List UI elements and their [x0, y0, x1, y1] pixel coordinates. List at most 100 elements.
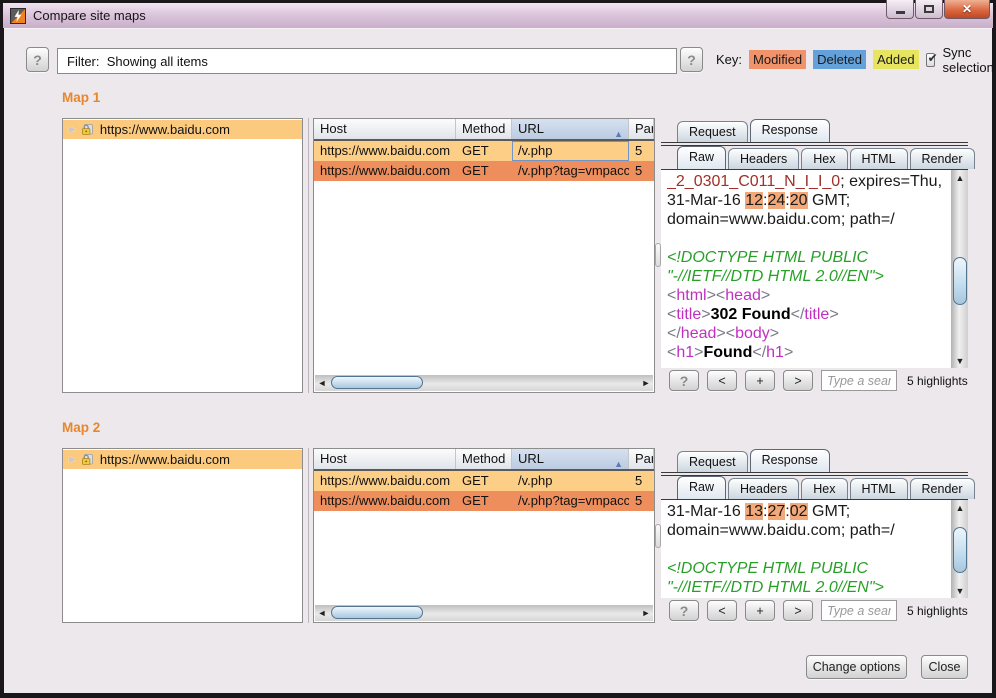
map2-message-viewer: Request Response Raw Headers Hex HTML Re… [661, 448, 968, 623]
search-help-button[interactable]: ? [669, 600, 699, 621]
help-button-key[interactable]: ? [680, 47, 703, 72]
scroll-right-icon[interactable]: ► [639, 375, 653, 391]
table-header: Host Method URL▲ Params [314, 449, 654, 471]
sort-asc-icon: ▲ [614, 454, 623, 469]
column-header-host[interactable]: Host [314, 449, 456, 469]
format-tabs: Raw Headers Hex HTML Render [661, 146, 968, 170]
highlight-count: 5 highlights [907, 604, 968, 618]
scroll-down-icon[interactable]: ▼ [952, 583, 968, 598]
scroll-up-icon[interactable]: ▲ [952, 500, 968, 515]
close-window-button[interactable]: ✕ [944, 0, 990, 19]
sync-label: Sync selection [942, 45, 996, 75]
tab-request[interactable]: Request [677, 451, 748, 472]
vertical-scrollbar[interactable]: ▲ ▼ [951, 500, 968, 598]
column-header-method[interactable]: Method [456, 119, 512, 139]
tab-hex[interactable]: Hex [801, 148, 847, 169]
highlight-count: 5 highlights [907, 374, 968, 388]
scrollbar-thumb[interactable] [953, 257, 967, 305]
next-highlight-button[interactable]: > [783, 370, 813, 391]
key-badge-deleted: Deleted [813, 50, 866, 69]
title-bar[interactable]: Compare site maps [3, 3, 993, 28]
expand-arrow-icon[interactable]: ▶ [69, 454, 76, 465]
tab-hex[interactable]: Hex [801, 478, 847, 499]
response-text-area[interactable]: _2_0301_C011_N_I_I_0; expires=Thu,31-Mar… [661, 170, 968, 368]
filter-bar[interactable]: Filter: Showing all items [57, 48, 677, 74]
add-highlight-button[interactable]: + [745, 370, 775, 391]
cell-extra[interactable]: 5 [629, 161, 654, 181]
cell-extra[interactable]: 5 [629, 491, 654, 511]
cell-method[interactable]: GET [456, 471, 512, 491]
tab-html[interactable]: HTML [850, 478, 908, 499]
response-text: _2_0301_C011_N_I_I_0; expires=Thu,31-Mar… [667, 172, 949, 368]
scroll-left-icon[interactable]: ◄ [315, 605, 329, 621]
tab-headers[interactable]: Headers [728, 478, 799, 499]
search-controls: ? < + > 5 highlights [669, 368, 968, 393]
scroll-down-icon[interactable]: ▼ [952, 353, 968, 368]
search-input[interactable] [821, 370, 897, 391]
tab-html[interactable]: HTML [850, 148, 908, 169]
horizontal-scrollbar[interactable]: ◄ ► [315, 375, 653, 391]
horizontal-scrollbar[interactable]: ◄ ► [315, 605, 653, 621]
cell-url[interactable]: /v.php [512, 471, 629, 491]
cell-method[interactable]: GET [456, 141, 512, 161]
scroll-up-icon[interactable]: ▲ [952, 170, 968, 185]
tab-render[interactable]: Render [910, 148, 975, 169]
cell-extra[interactable]: 5 [629, 471, 654, 491]
map1-tree-item[interactable]: ▶ https://www.baidu.com [63, 120, 302, 139]
vertical-scrollbar[interactable]: ▲ ▼ [951, 170, 968, 368]
cell-method[interactable]: GET [456, 491, 512, 511]
change-options-button[interactable]: Change options [806, 655, 907, 679]
cell-extra[interactable]: 5 [629, 141, 654, 161]
search-help-button[interactable]: ? [669, 370, 699, 391]
minimize-button[interactable] [886, 0, 914, 19]
map1-label: Map 1 [62, 90, 100, 105]
tab-headers[interactable]: Headers [728, 148, 799, 169]
table-row[interactable]: https://www.baidu.com GET /v.php?tag=vmp… [314, 491, 654, 511]
cell-url-focused[interactable]: /v.php [512, 141, 629, 161]
tab-raw[interactable]: Raw [677, 476, 726, 499]
tab-response[interactable]: Response [750, 449, 830, 472]
tab-raw[interactable]: Raw [677, 146, 726, 169]
tree-table-divider[interactable] [308, 448, 309, 623]
expand-arrow-icon[interactable]: ▶ [69, 124, 76, 135]
add-highlight-button[interactable]: + [745, 600, 775, 621]
table-row[interactable]: https://www.baidu.com GET /v.php?tag=vmp… [314, 161, 654, 181]
help-button-filter[interactable]: ? [26, 47, 49, 72]
maximize-button[interactable] [915, 0, 943, 19]
column-header-params[interactable]: Params [629, 449, 654, 469]
key-legend: Key: Modified Deleted Added Sync selecti… [716, 47, 996, 72]
scroll-left-icon[interactable]: ◄ [315, 375, 329, 391]
tab-request[interactable]: Request [677, 121, 748, 142]
cell-host[interactable]: https://www.baidu.com [314, 491, 456, 511]
close-button[interactable]: Close [921, 655, 968, 679]
map2-tree-item[interactable]: ▶ https://www.baidu.com [63, 450, 302, 469]
scrollbar-thumb[interactable] [953, 527, 967, 572]
scroll-right-icon[interactable]: ► [639, 605, 653, 621]
map2-site-tree: ▶ https://www.baidu.com [62, 448, 303, 623]
column-header-url[interactable]: URL▲ [512, 119, 629, 139]
cell-url[interactable]: /v.php?tag=vmpaccess&... [512, 161, 629, 181]
cell-url[interactable]: /v.php?tag=vmpaccess&... [512, 491, 629, 511]
column-header-host[interactable]: Host [314, 119, 456, 139]
column-header-params[interactable]: Params [629, 119, 654, 139]
tree-table-divider[interactable] [308, 118, 309, 393]
table-row[interactable]: https://www.baidu.com GET /v.php 5 [314, 141, 654, 161]
map1-message-viewer: Request Response Raw Headers Hex HTML Re… [661, 118, 968, 393]
prev-highlight-button[interactable]: < [707, 600, 737, 621]
cell-method[interactable]: GET [456, 161, 512, 181]
response-text-area[interactable]: 31-Mar-16 13:27:02 GMT;domain=www.baidu.… [661, 500, 968, 598]
search-input[interactable] [821, 600, 897, 621]
cell-host[interactable]: https://www.baidu.com [314, 161, 456, 181]
cell-host[interactable]: https://www.baidu.com [314, 141, 456, 161]
next-highlight-button[interactable]: > [783, 600, 813, 621]
prev-highlight-button[interactable]: < [707, 370, 737, 391]
scrollbar-thumb[interactable] [331, 606, 423, 619]
tab-response[interactable]: Response [750, 119, 830, 142]
sync-checkbox[interactable] [926, 53, 936, 67]
column-header-url[interactable]: URL▲ [512, 449, 629, 469]
tab-render[interactable]: Render [910, 478, 975, 499]
cell-host[interactable]: https://www.baidu.com [314, 471, 456, 491]
column-header-method[interactable]: Method [456, 449, 512, 469]
scrollbar-thumb[interactable] [331, 376, 423, 389]
table-row[interactable]: https://www.baidu.com GET /v.php 5 [314, 471, 654, 491]
